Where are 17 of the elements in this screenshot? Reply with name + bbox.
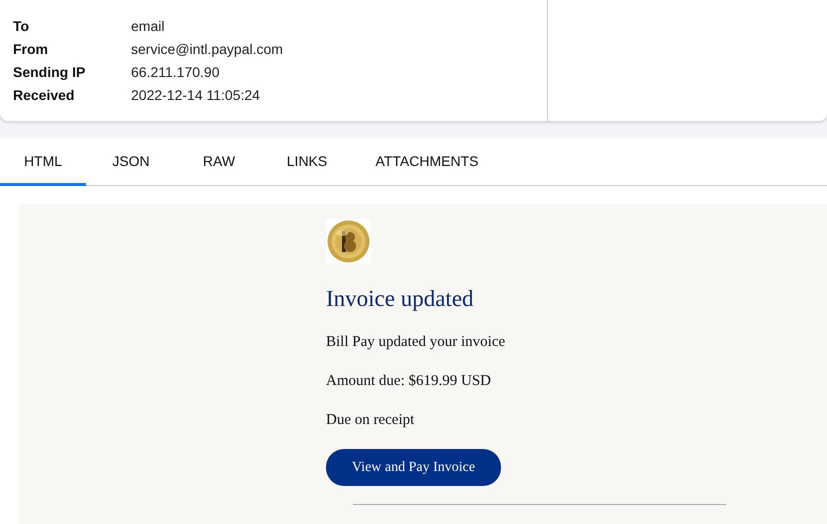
header-label: Sending IP [13,63,86,82]
tab[interactable]: LINKS [262,138,352,186]
header-label: Received [13,86,76,105]
email-text: Bill Pay updated your invoice [326,334,506,351]
header-value: 2022-12-14 11:05:24 [131,86,261,105]
header-value: service@intl.paypal.com [131,40,284,59]
tab[interactable]: JSON [86,138,176,186]
tab[interactable]: RAW [176,138,262,186]
email-text: Amount due: $619.99 USD [326,373,491,390]
email-title: Invoice updated [326,286,474,312]
pay-invoice-button[interactable]: View and Pay Invoice [326,449,501,486]
header-label: From [13,40,49,59]
tab[interactable]: ATTACHMENTS [352,138,502,186]
header-value: 66.211.170.90 [131,63,220,82]
email-text: Due on receipt [326,412,414,429]
header-label: To [13,17,30,36]
header-value: email [131,17,166,36]
